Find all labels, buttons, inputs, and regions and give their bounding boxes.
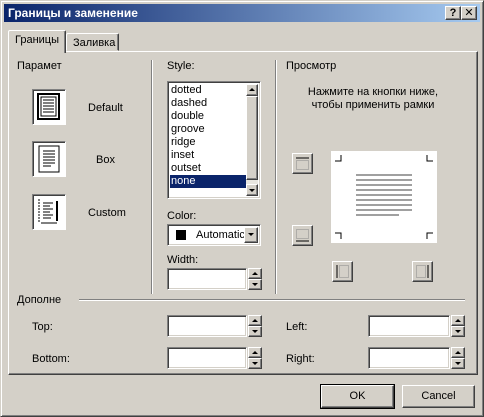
border-bottom-toggle[interactable] <box>292 225 313 246</box>
scroll-down-button[interactable] <box>246 184 258 196</box>
preset-box-button[interactable] <box>32 141 66 177</box>
stepper-down-icon <box>252 362 258 365</box>
tab-fill[interactable]: Заливка <box>66 33 119 51</box>
separator-horizontal <box>79 299 465 301</box>
ok-button-label: OK <box>349 390 366 402</box>
right-margin-stepper[interactable] <box>451 347 465 369</box>
chevron-down-icon <box>248 233 254 236</box>
border-bottom-icon <box>296 229 309 242</box>
color-label: Color: <box>167 210 197 222</box>
top-up-button[interactable] <box>248 315 262 326</box>
top-margin-stepper[interactable] <box>248 315 262 337</box>
stepper-up-icon <box>455 351 461 354</box>
border-default-icon <box>37 93 60 120</box>
width-input[interactable] <box>167 268 247 290</box>
left-up-button[interactable] <box>451 315 465 326</box>
style-option-groove[interactable]: groove <box>170 123 247 136</box>
style-option-outset[interactable]: outset <box>170 162 247 175</box>
stepper-up-icon <box>252 272 258 275</box>
left-down-button[interactable] <box>451 326 465 337</box>
color-swatch <box>176 230 186 240</box>
top-label: Top: <box>32 321 53 333</box>
bottom-down-button[interactable] <box>248 358 262 369</box>
tab-borders[interactable]: Границы <box>8 30 66 53</box>
tab-fill-label: Заливка <box>73 37 116 49</box>
help-button[interactable]: ? <box>445 6 461 20</box>
help-icon: ? <box>449 7 457 19</box>
scroll-down-icon <box>249 189 255 192</box>
dialog-title: Границы и заменение <box>8 6 138 20</box>
color-dropdown-button[interactable] <box>244 227 258 243</box>
preview-area[interactable] <box>331 151 437 243</box>
title-bar[interactable]: Границы и заменение ? ✕ <box>4 4 480 22</box>
stepper-up-icon <box>455 319 461 322</box>
tab-borders-label: Границы <box>15 34 59 46</box>
style-option-inset[interactable]: inset <box>170 149 247 162</box>
stepper-up-icon <box>252 351 258 354</box>
margins-group-label: Дополне <box>17 294 62 306</box>
bottom-label: Bottom: <box>32 353 70 365</box>
color-value: Automatic <box>196 229 244 241</box>
stepper-up-icon <box>252 319 258 322</box>
close-icon: ✕ <box>464 7 474 19</box>
color-dropdown[interactable]: Automatic <box>167 224 261 246</box>
right-up-button[interactable] <box>451 347 465 358</box>
left-label: Left: <box>286 321 308 333</box>
border-right-toggle[interactable] <box>412 261 433 282</box>
scroll-thumb[interactable] <box>246 96 258 180</box>
right-down-button[interactable] <box>451 358 465 369</box>
cancel-button-label: Cancel <box>421 390 456 402</box>
style-listbox[interactable]: dotted dashed double groove ridge inset … <box>167 81 261 199</box>
bottom-margin-input[interactable] <box>167 347 247 369</box>
style-scrollbar[interactable] <box>246 84 258 196</box>
right-margin-input[interactable] <box>368 347 450 369</box>
preview-hint-line2: чтобы применить рамки <box>311 99 435 111</box>
cancel-button[interactable]: Cancel <box>402 385 475 408</box>
stepper-down-icon <box>252 330 258 333</box>
preset-custom-button[interactable] <box>32 194 66 230</box>
stepper-down-icon <box>455 362 461 365</box>
presets-group-label: Парамет <box>17 60 62 72</box>
style-option-ridge[interactable]: ridge <box>170 136 247 149</box>
border-left-icon <box>336 265 349 278</box>
dialog-window: Границы и заменение ? ✕ Границы Заливка … <box>0 0 484 417</box>
preset-default-button[interactable] <box>32 89 66 125</box>
bottom-up-button[interactable] <box>248 347 262 358</box>
left-margin-input[interactable] <box>368 315 450 337</box>
border-top-toggle[interactable] <box>292 153 313 174</box>
preview-page-icon <box>335 155 433 239</box>
style-option-double[interactable]: double <box>170 110 247 123</box>
top-down-button[interactable] <box>248 326 262 337</box>
close-button[interactable]: ✕ <box>461 6 477 20</box>
stepper-down-icon <box>455 330 461 333</box>
preview-hint-line1: Нажмите на кнопки ниже, <box>307 86 439 98</box>
style-option-dotted[interactable]: dotted <box>170 84 247 97</box>
scroll-up-icon <box>249 88 255 91</box>
preview-label: Просмотр <box>286 60 337 72</box>
bottom-margin-stepper[interactable] <box>248 347 262 369</box>
style-option-none[interactable]: none <box>170 175 247 188</box>
separator-vertical-2 <box>275 60 277 294</box>
ok-button[interactable]: OK <box>320 384 395 409</box>
scroll-up-button[interactable] <box>246 84 258 96</box>
preset-box-label: Box <box>96 154 115 166</box>
style-label: Style: <box>167 60 195 72</box>
border-custom-icon <box>38 199 58 224</box>
width-up-button[interactable] <box>248 268 262 279</box>
separator-vertical-1 <box>151 60 153 294</box>
stepper-down-icon <box>252 283 258 286</box>
border-left-toggle[interactable] <box>332 261 353 282</box>
border-top-icon <box>296 157 309 170</box>
width-down-button[interactable] <box>248 279 262 290</box>
border-box-icon <box>38 145 60 173</box>
width-label: Width: <box>167 254 199 266</box>
preset-default-label: Default <box>88 102 123 114</box>
border-right-icon <box>416 265 429 278</box>
width-stepper[interactable] <box>248 268 262 290</box>
left-margin-stepper[interactable] <box>451 315 465 337</box>
top-margin-input[interactable] <box>167 315 247 337</box>
preset-custom-label: Custom <box>88 207 126 219</box>
style-option-dashed[interactable]: dashed <box>170 97 247 110</box>
right-label: Right: <box>286 353 315 365</box>
